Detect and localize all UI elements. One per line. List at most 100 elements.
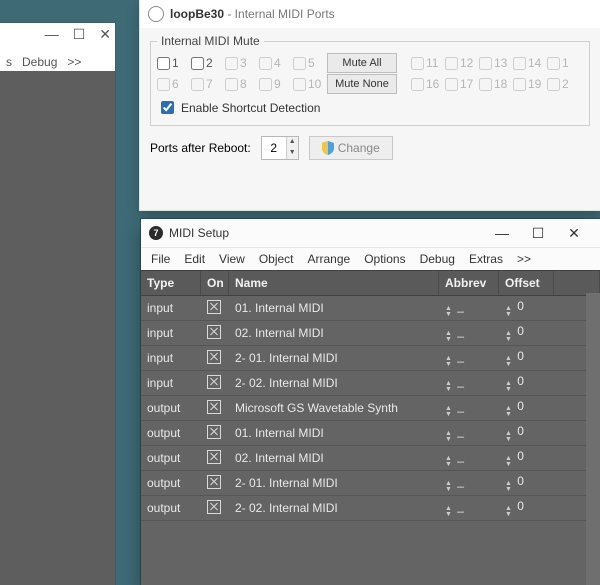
cell-name: 2- 02. Internal MIDI xyxy=(229,501,439,515)
mute-port-2[interactable]: 2 xyxy=(191,56,221,70)
mute-none-button[interactable]: Mute None xyxy=(327,74,397,94)
cell-abbrev[interactable]: ▲▼ _ xyxy=(439,499,499,518)
menu-item-options[interactable]: Options xyxy=(364,252,405,266)
cell-abbrev[interactable]: ▲▼ _ xyxy=(439,424,499,443)
internal-midi-mute-group: Internal MIDI Mute 12345Mute All11121314… xyxy=(150,34,590,126)
cell-abbrev[interactable]: ▲▼ _ xyxy=(439,349,499,368)
menu-bar: s Debug >> xyxy=(0,51,115,73)
port-number: 6 xyxy=(172,77,179,91)
col-offset[interactable]: Offset xyxy=(499,271,554,295)
table-row[interactable]: output01. Internal MIDI▲▼ _▲▼ 0 xyxy=(141,421,600,446)
shortcut-detection: Enable Shortcut Detection xyxy=(157,98,583,117)
cell-offset[interactable]: ▲▼ 0 xyxy=(499,299,554,318)
cell-abbrev[interactable]: ▲▼ _ xyxy=(439,474,499,493)
mute-port-1[interactable]: 1 xyxy=(157,56,187,70)
menu-item-edit[interactable]: Edit xyxy=(184,252,205,266)
table-row[interactable]: outputMicrosoft GS Wavetable Synth▲▼ _▲▼… xyxy=(141,396,600,421)
ports-spinner[interactable]: ▲▼ xyxy=(261,136,299,160)
sort-icon: ▲▼ xyxy=(505,506,512,518)
menu-overflow[interactable]: >> xyxy=(67,55,81,69)
mute-checkbox[interactable] xyxy=(157,57,170,70)
menu-item-object[interactable]: Object xyxy=(259,252,294,266)
cell-abbrev[interactable]: ▲▼ _ xyxy=(439,299,499,318)
table-row[interactable]: input2- 01. Internal MIDI▲▼ _▲▼ 0 xyxy=(141,346,600,371)
sort-icon: ▲▼ xyxy=(445,506,452,518)
cell-offset[interactable]: ▲▼ 0 xyxy=(499,374,554,393)
cell-abbrev[interactable]: ▲▼ _ xyxy=(439,449,499,468)
col-name[interactable]: Name xyxy=(229,271,439,295)
cell-on[interactable] xyxy=(201,375,229,392)
menu-item-debug[interactable]: Debug xyxy=(420,252,455,266)
port-number: 4 xyxy=(274,56,281,70)
cell-on[interactable] xyxy=(201,300,229,317)
cell-offset[interactable]: ▲▼ 0 xyxy=(499,399,554,418)
col-on[interactable]: On xyxy=(201,271,229,295)
cell-abbrev[interactable]: ▲▼ _ xyxy=(439,374,499,393)
cell-name: 02. Internal MIDI xyxy=(229,326,439,340)
menu-bar: File Edit View Object Arrange Options Debug Ext… xyxy=(141,247,600,270)
enable-shortcut-label: Enable Shortcut Detection xyxy=(181,101,320,115)
menu-overflow[interactable]: >> xyxy=(517,252,531,266)
titlebar[interactable]: loopBe30 - Internal MIDI Ports xyxy=(140,0,600,28)
mute-row-2: 678910Mute None161718192 xyxy=(157,74,583,94)
cell-abbrev[interactable]: ▲▼ _ xyxy=(439,324,499,343)
table-row[interactable]: output2- 02. Internal MIDI▲▼ _▲▼ 0 xyxy=(141,496,600,521)
cell-on[interactable] xyxy=(201,475,229,492)
cell-offset[interactable]: ▲▼ 0 xyxy=(499,324,554,343)
spinner-arrows[interactable]: ▲▼ xyxy=(286,137,298,159)
close-button[interactable]: ✕ xyxy=(556,225,592,242)
menu-item[interactable]: Debug xyxy=(22,55,57,69)
table-row[interactable]: output2- 01. Internal MIDI▲▼ _▲▼ 0 xyxy=(141,471,600,496)
menu-item[interactable]: s xyxy=(6,55,12,69)
mute-checkbox xyxy=(513,57,526,70)
minimize-button[interactable]: — xyxy=(45,26,59,43)
menu-item-extras[interactable]: Extras xyxy=(469,252,503,266)
close-button[interactable]: ✕ xyxy=(99,26,111,43)
mute-checkbox[interactable] xyxy=(191,57,204,70)
cell-abbrev[interactable]: ▲▼ _ xyxy=(439,399,499,418)
background-window: — ☐ ✕ s Debug >> xyxy=(0,23,115,585)
mute-checkbox xyxy=(479,78,492,91)
col-type[interactable]: Type xyxy=(141,271,201,295)
cell-offset[interactable]: ▲▼ 0 xyxy=(499,499,554,518)
enable-shortcut-checkbox[interactable] xyxy=(161,101,174,114)
cell-on[interactable] xyxy=(201,400,229,417)
on-checkbox-icon xyxy=(207,350,221,364)
port-number: 9 xyxy=(274,77,281,91)
mute-port-6: 6 xyxy=(157,77,187,91)
cell-on[interactable] xyxy=(201,350,229,367)
col-abbrev[interactable]: Abbrev xyxy=(439,271,499,295)
cell-on[interactable] xyxy=(201,500,229,517)
cell-offset[interactable]: ▲▼ 0 xyxy=(499,424,554,443)
cell-type: output xyxy=(141,426,201,440)
maximize-button[interactable]: ☐ xyxy=(520,225,556,242)
mute-checkbox xyxy=(293,57,306,70)
ports-value[interactable] xyxy=(262,137,286,159)
menu-item-arrange[interactable]: Arrange xyxy=(308,252,351,266)
scrollbar[interactable] xyxy=(586,293,600,585)
on-checkbox-icon xyxy=(207,325,221,339)
cell-offset[interactable]: ▲▼ 0 xyxy=(499,449,554,468)
cell-offset[interactable]: ▲▼ 0 xyxy=(499,474,554,493)
table-row[interactable]: input02. Internal MIDI▲▼ _▲▼ 0 xyxy=(141,321,600,346)
cell-on[interactable] xyxy=(201,425,229,442)
on-checkbox-icon xyxy=(207,300,221,314)
titlebar[interactable]: 7 MIDI Setup — ☐ ✕ xyxy=(141,219,600,247)
menu-item-file[interactable]: File xyxy=(151,252,170,266)
cell-type: output xyxy=(141,401,201,415)
menu-item-view[interactable]: View xyxy=(219,252,245,266)
change-button[interactable]: Change xyxy=(309,136,393,160)
mute-checkbox xyxy=(259,78,272,91)
cell-on[interactable] xyxy=(201,450,229,467)
maximize-button[interactable]: ☐ xyxy=(73,26,86,43)
table-row[interactable]: input01. Internal MIDI▲▼ _▲▼ 0 xyxy=(141,296,600,321)
port-number: 11 xyxy=(426,56,438,70)
minimize-button[interactable]: — xyxy=(484,225,520,241)
mute-port-19: 19 xyxy=(513,77,543,91)
cell-on[interactable] xyxy=(201,325,229,342)
mute-checkbox xyxy=(547,57,560,70)
cell-offset[interactable]: ▲▼ 0 xyxy=(499,349,554,368)
table-row[interactable]: input2- 02. Internal MIDI▲▼ _▲▼ 0 xyxy=(141,371,600,396)
table-row[interactable]: output02. Internal MIDI▲▼ _▲▼ 0 xyxy=(141,446,600,471)
mute-all-button[interactable]: Mute All xyxy=(327,53,397,73)
